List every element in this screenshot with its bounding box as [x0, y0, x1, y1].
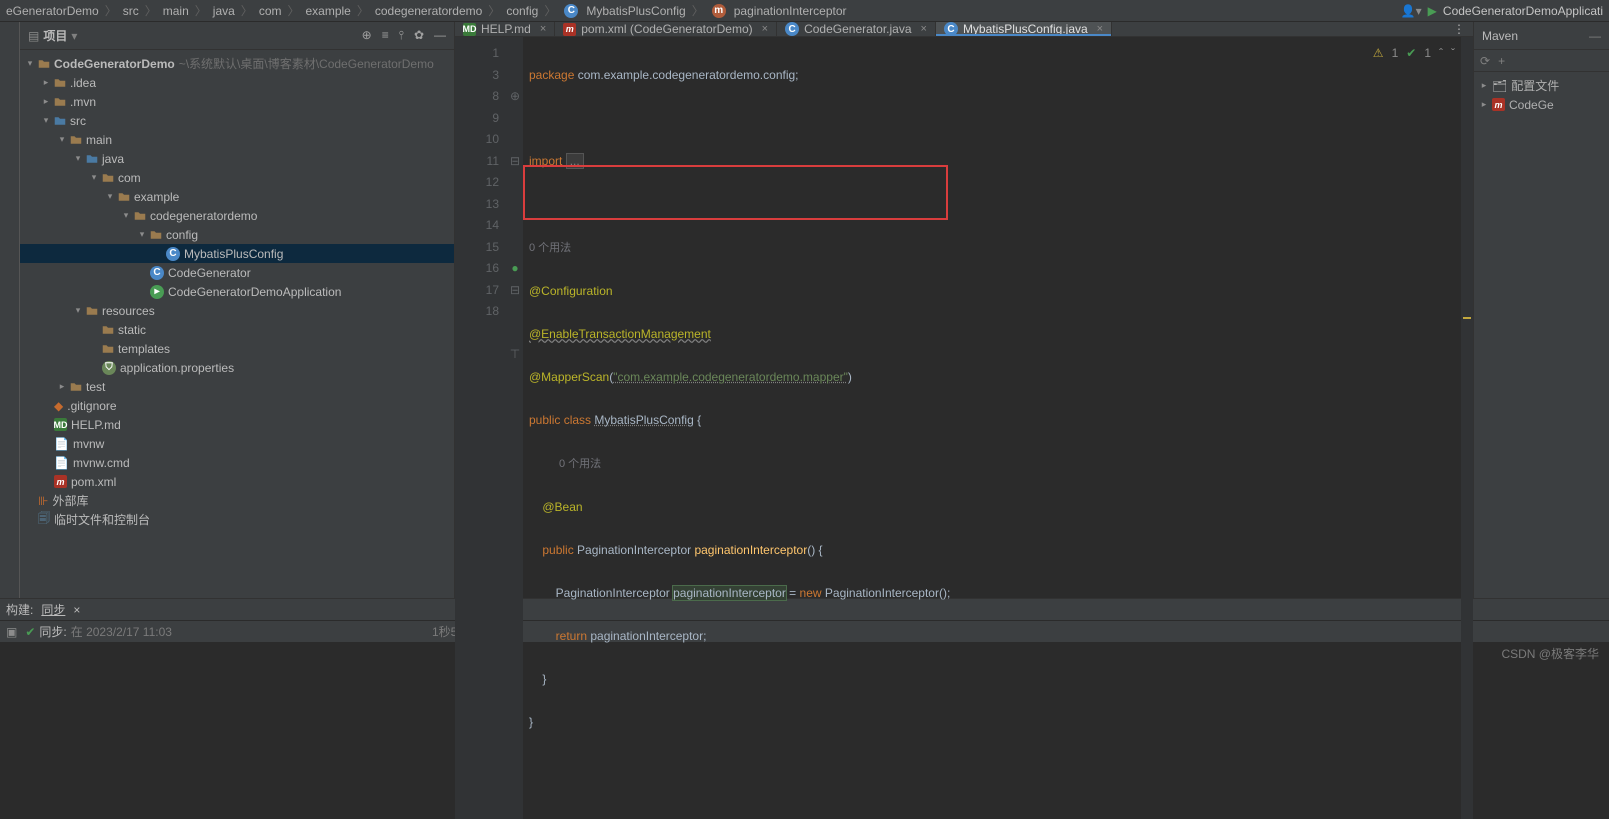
- settings-icon[interactable]: ✿: [414, 28, 424, 43]
- run-icon[interactable]: ▶: [1428, 4, 1437, 18]
- tree-file-gitignore[interactable]: ◆.gitignore: [20, 396, 454, 415]
- close-icon[interactable]: ×: [1097, 23, 1103, 35]
- inspection-widget[interactable]: ⚠1 ✔1 ˆˇ: [1373, 43, 1455, 65]
- tool-icon[interactable]: ▣: [6, 625, 17, 639]
- hide-icon[interactable]: —: [1589, 29, 1601, 43]
- fold-gutter[interactable]: ⊕ ⊟ ●⊟ ⊤: [507, 37, 523, 819]
- usage-hint[interactable]: 0 个用法: [559, 454, 601, 476]
- tree-node-example[interactable]: ▾example: [20, 187, 454, 206]
- error-stripe[interactable]: [1461, 37, 1473, 819]
- tab-help[interactable]: MDHELP.md×: [455, 22, 555, 36]
- sidebar-title[interactable]: 项目: [43, 27, 67, 44]
- tree-node-src[interactable]: ▾src: [20, 111, 454, 130]
- close-icon[interactable]: ×: [921, 23, 927, 35]
- tree-node-resources[interactable]: ▾resources: [20, 301, 454, 320]
- plus-icon[interactable]: +: [1498, 54, 1505, 68]
- tree-node-java[interactable]: ▾java: [20, 149, 454, 168]
- tree-file-app[interactable]: ▸CodeGeneratorDemoApplication: [20, 282, 454, 301]
- dropdown-icon[interactable]: ▾: [71, 29, 77, 43]
- markdown-icon: MD: [463, 23, 476, 36]
- chevron-up-icon[interactable]: ˆ: [1439, 43, 1443, 65]
- check-icon: ✔: [25, 625, 35, 639]
- run-config-selector[interactable]: CodeGeneratorDemoApplicati: [1443, 4, 1603, 18]
- method-icon: m: [712, 4, 726, 18]
- breadcrumb-item[interactable]: config: [506, 4, 538, 18]
- maven-panel: Maven — ⟳ + ▸🗂配置文件 ▸mCodeGe: [1473, 22, 1609, 598]
- tree-node-config[interactable]: ▾config: [20, 225, 454, 244]
- tree-extlib[interactable]: ⊪外部库: [20, 491, 454, 510]
- code-editor[interactable]: 1389101112131415161718 ⊕ ⊟ ●⊟ ⊤ package …: [455, 37, 1473, 819]
- tree-file-mvnw[interactable]: 📄mvnw: [20, 434, 454, 453]
- refresh-icon[interactable]: ⟳: [1480, 54, 1490, 68]
- user-icon[interactable]: 👤▾: [1401, 4, 1422, 18]
- tab-overflow[interactable]: ⋮: [1445, 22, 1473, 36]
- hide-icon[interactable]: —: [434, 28, 446, 43]
- breadcrumb-item[interactable]: eGeneratorDemo: [6, 4, 99, 18]
- class-icon: C: [564, 4, 578, 18]
- sync-tab[interactable]: 同步: [41, 601, 65, 618]
- breadcrumb-item[interactable]: src: [123, 4, 139, 18]
- tree-node-mvn[interactable]: ▸.mvn: [20, 92, 454, 111]
- tab-mybatisconfig[interactable]: CMybatisPlusConfig.java×: [936, 22, 1112, 36]
- class-icon: C: [785, 22, 799, 36]
- editor-tabs: MDHELP.md× mpom.xml (CodeGeneratorDemo)×…: [455, 22, 1473, 37]
- build-label: 构建:: [6, 601, 33, 618]
- tree-node-main[interactable]: ▾main: [20, 130, 454, 149]
- more-icon: ⋮: [1453, 22, 1465, 36]
- breadcrumb: eGeneratorDemo〉 src〉 main〉 java〉 com〉 ex…: [0, 0, 1609, 22]
- usage-hint[interactable]: 0 个用法: [529, 238, 571, 260]
- maven-icon: m: [563, 23, 576, 36]
- tree-node-com[interactable]: ▾com: [20, 168, 454, 187]
- sync-label: 同步:: [39, 623, 66, 640]
- left-tool-strip: [0, 22, 20, 598]
- sync-time: 在 2023/2/17 11:03: [71, 623, 172, 640]
- chevron-down-icon[interactable]: ˇ: [1451, 43, 1455, 65]
- tree-node-test[interactable]: ▸test: [20, 377, 454, 396]
- tree-file-mybatisplusconfig[interactable]: CMybatisPlusConfig: [20, 244, 454, 263]
- tab-codegen[interactable]: CCodeGenerator.java×: [777, 22, 936, 36]
- tree-node-idea[interactable]: ▸.idea: [20, 73, 454, 92]
- expand-icon[interactable]: ≡: [382, 28, 389, 43]
- breadcrumb-item[interactable]: com: [259, 4, 282, 18]
- breadcrumb-item[interactable]: main: [163, 4, 189, 18]
- project-sidebar: ▤ 项目 ▾ ⊕ ≡ ⫯ ✿ — ▾CodeGeneratorDemo~\系统默…: [20, 22, 455, 598]
- breadcrumb-item[interactable]: example: [306, 4, 351, 18]
- breadcrumb-item[interactable]: paginationInterceptor: [734, 4, 847, 18]
- line-gutter: 1389101112131415161718: [455, 37, 507, 819]
- tab-pom[interactable]: mpom.xml (CodeGeneratorDemo)×: [555, 22, 777, 36]
- code-content[interactable]: package com.example.codegeneratordemo.co…: [523, 37, 1461, 819]
- close-icon[interactable]: ×: [73, 603, 80, 617]
- ok-icon: ✔: [1406, 43, 1416, 65]
- tree-file-pom[interactable]: mpom.xml: [20, 472, 454, 491]
- warning-icon: ⚠: [1373, 43, 1384, 65]
- tree-node-pkg[interactable]: ▾codegeneratordemo: [20, 206, 454, 225]
- class-icon: C: [944, 22, 958, 36]
- tree-file-help[interactable]: MDHELP.md: [20, 415, 454, 434]
- project-view-icon: ▤: [28, 29, 39, 43]
- select-opened-icon[interactable]: ⊕: [362, 28, 372, 43]
- project-tree[interactable]: ▾CodeGeneratorDemo~\系统默认\桌面\博客素材\CodeGen…: [20, 50, 454, 533]
- breadcrumb-item[interactable]: codegeneratordemo: [375, 4, 482, 18]
- tree-scratch[interactable]: 🗐临时文件和控制台: [20, 510, 454, 529]
- tree-node-templates[interactable]: templates: [20, 339, 454, 358]
- maven-title[interactable]: Maven: [1482, 29, 1518, 43]
- breadcrumb-item[interactable]: java: [213, 4, 235, 18]
- tree-file-appprops[interactable]: ⛉application.properties: [20, 358, 454, 377]
- editor-area: MDHELP.md× mpom.xml (CodeGeneratorDemo)×…: [455, 22, 1473, 598]
- breadcrumb-item[interactable]: MybatisPlusConfig: [586, 4, 685, 18]
- maven-toolbar: ⟳ +: [1474, 50, 1609, 72]
- tree-file-codegenerator[interactable]: CCodeGenerator: [20, 263, 454, 282]
- maven-profiles[interactable]: ▸🗂配置文件: [1478, 76, 1605, 95]
- tree-node-static[interactable]: static: [20, 320, 454, 339]
- collapse-icon[interactable]: ⫯: [399, 28, 404, 43]
- close-icon[interactable]: ×: [762, 23, 768, 35]
- close-icon[interactable]: ×: [540, 23, 546, 35]
- tree-root[interactable]: ▾CodeGeneratorDemo~\系统默认\桌面\博客素材\CodeGen…: [20, 54, 454, 73]
- maven-project[interactable]: ▸mCodeGe: [1478, 95, 1605, 114]
- tree-file-mvnwcmd[interactable]: 📄mvnw.cmd: [20, 453, 454, 472]
